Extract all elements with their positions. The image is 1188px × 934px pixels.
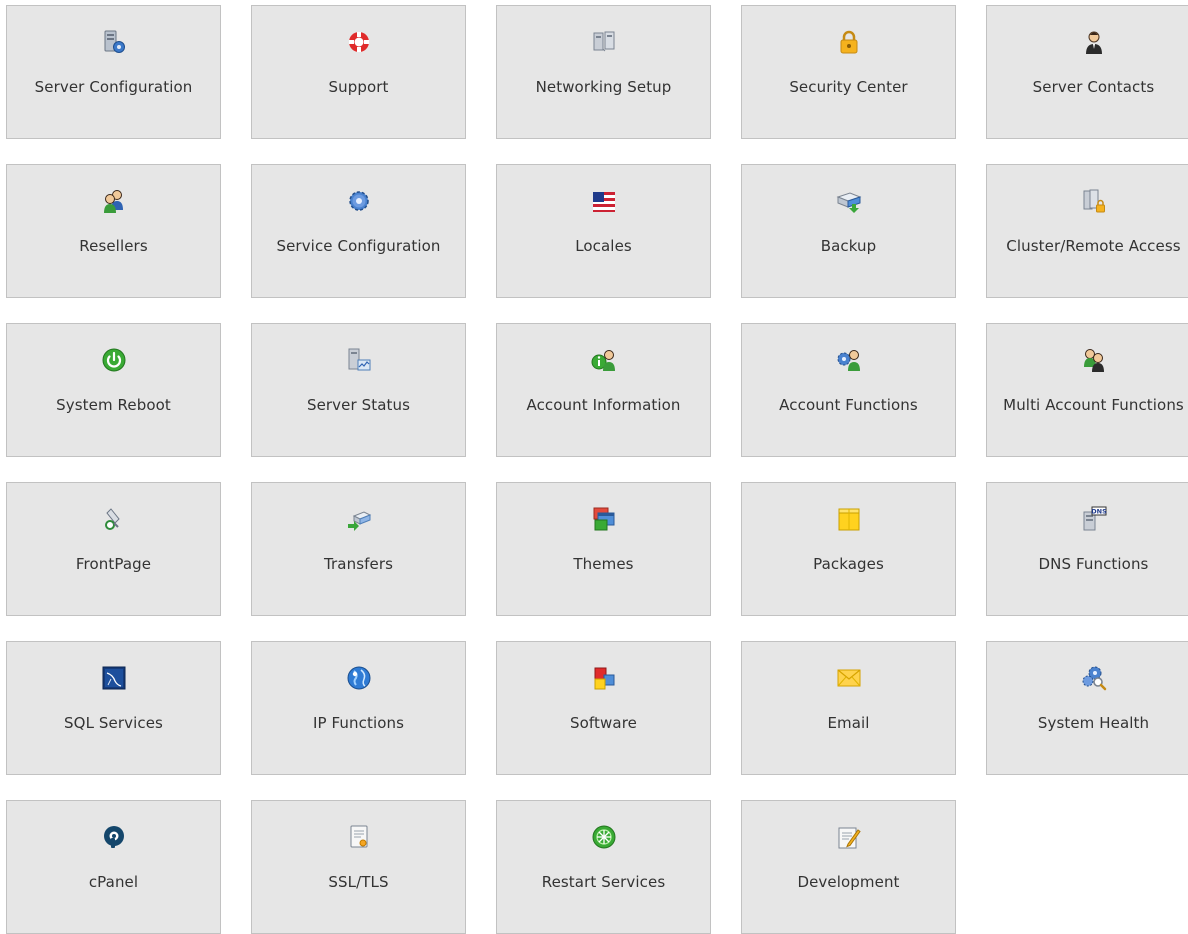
tile-label: Multi Account Functions xyxy=(1003,396,1184,414)
tile-label: Server Contacts xyxy=(1032,78,1155,96)
transfer-icon xyxy=(346,506,372,532)
server-config-icon xyxy=(101,29,127,55)
tile-label: Server Status xyxy=(306,396,411,414)
tile-label: Backup xyxy=(820,237,877,255)
server-status-icon xyxy=(346,347,372,373)
gears-magnifier-icon xyxy=(1081,665,1107,691)
frontpage-icon xyxy=(101,506,127,532)
windows-icon xyxy=(591,506,617,532)
tile-system-health[interactable]: System Health xyxy=(986,641,1188,775)
tile-label: Development xyxy=(797,873,900,891)
tile-label: Resellers xyxy=(79,237,148,255)
tile-label: Account Functions xyxy=(779,396,918,414)
tile-security-center[interactable]: Security Center xyxy=(741,5,956,139)
feature-grid: Server Configuration Support Networking … xyxy=(6,5,1188,934)
tile-account-information[interactable]: Account Information xyxy=(496,323,711,457)
users-icon xyxy=(101,188,127,214)
tile-label: Themes xyxy=(573,555,634,573)
certificate-icon xyxy=(346,824,372,850)
tile-label: System Reboot xyxy=(56,396,171,414)
tile-cluster-remote-access[interactable]: Cluster/Remote Access xyxy=(986,164,1188,298)
tile-dns-functions[interactable]: DNS DNS Functions xyxy=(986,482,1188,616)
svg-text:DNS: DNS xyxy=(1091,508,1107,516)
tile-backup[interactable]: Backup xyxy=(741,164,956,298)
tile-ip-functions[interactable]: IP Functions xyxy=(251,641,466,775)
tile-system-reboot[interactable]: System Reboot xyxy=(6,323,221,457)
mysql-icon xyxy=(101,665,127,691)
tile-resellers[interactable]: Resellers xyxy=(6,164,221,298)
tile-label: cPanel xyxy=(88,873,139,891)
tile-sql-services[interactable]: SQL Services xyxy=(6,641,221,775)
tile-server-contacts[interactable]: Server Contacts xyxy=(986,5,1188,139)
tile-frontpage[interactable]: FrontPage xyxy=(6,482,221,616)
contact-person-icon xyxy=(1081,29,1107,55)
tile-multi-account-functions[interactable]: Multi Account Functions xyxy=(986,323,1188,457)
lifebuoy-icon xyxy=(346,29,372,55)
tile-label: Support xyxy=(328,78,389,96)
tile-label: Cluster/Remote Access xyxy=(1006,237,1181,255)
flag-icon xyxy=(591,188,617,214)
tile-label: SSL/TLS xyxy=(328,873,389,891)
network-icon xyxy=(591,29,617,55)
tile-label: Email xyxy=(827,714,870,732)
tile-cpanel[interactable]: cPanel xyxy=(6,800,221,934)
dns-server-icon: DNS xyxy=(1081,506,1107,532)
tile-label: Account Information xyxy=(526,396,681,414)
tile-transfers[interactable]: Transfers xyxy=(251,482,466,616)
tile-themes[interactable]: Themes xyxy=(496,482,711,616)
cubes-icon xyxy=(591,665,617,691)
tile-label: Server Configuration xyxy=(34,78,193,96)
envelope-icon xyxy=(836,665,862,691)
tile-server-configuration[interactable]: Server Configuration xyxy=(6,5,221,139)
tile-development[interactable]: Development xyxy=(741,800,956,934)
restart-icon xyxy=(591,824,617,850)
server-lock-icon xyxy=(1081,188,1107,214)
tile-label: System Health xyxy=(1037,714,1150,732)
tile-service-configuration[interactable]: Service Configuration xyxy=(251,164,466,298)
tile-label: FrontPage xyxy=(75,555,152,573)
backup-drive-icon xyxy=(836,188,862,214)
tile-email[interactable]: Email xyxy=(741,641,956,775)
multi-users-icon xyxy=(1081,347,1107,373)
tile-label: Security Center xyxy=(789,78,908,96)
tile-packages[interactable]: Packages xyxy=(741,482,956,616)
tile-label: SQL Services xyxy=(64,714,163,732)
globe-icon xyxy=(346,665,372,691)
power-icon xyxy=(101,347,127,373)
tile-label: Transfers xyxy=(323,555,394,573)
tile-ssl-tls[interactable]: SSL/TLS xyxy=(251,800,466,934)
tile-label: Networking Setup xyxy=(535,78,672,96)
tile-server-status[interactable]: Server Status xyxy=(251,323,466,457)
gear-icon xyxy=(346,188,372,214)
tile-label: Software xyxy=(570,714,637,732)
notepad-pencil-icon xyxy=(836,824,862,850)
tile-label: Packages xyxy=(813,555,884,573)
tile-restart-services[interactable]: Restart Services xyxy=(496,800,711,934)
user-gear-icon xyxy=(836,347,862,373)
tile-networking-setup[interactable]: Networking Setup xyxy=(496,5,711,139)
user-info-icon xyxy=(591,347,617,373)
tile-account-functions[interactable]: Account Functions xyxy=(741,323,956,457)
tile-software[interactable]: Software xyxy=(496,641,711,775)
padlock-icon xyxy=(836,29,862,55)
tile-label: Service Configuration xyxy=(276,237,441,255)
tile-locales[interactable]: Locales xyxy=(496,164,711,298)
package-box-icon xyxy=(836,506,862,532)
tile-label: IP Functions xyxy=(312,714,405,732)
tile-support[interactable]: Support xyxy=(251,5,466,139)
tile-label: DNS Functions xyxy=(1038,555,1149,573)
tile-label: Locales xyxy=(575,237,632,255)
tile-label: Restart Services xyxy=(541,873,666,891)
cpanel-logo-icon xyxy=(101,824,127,850)
